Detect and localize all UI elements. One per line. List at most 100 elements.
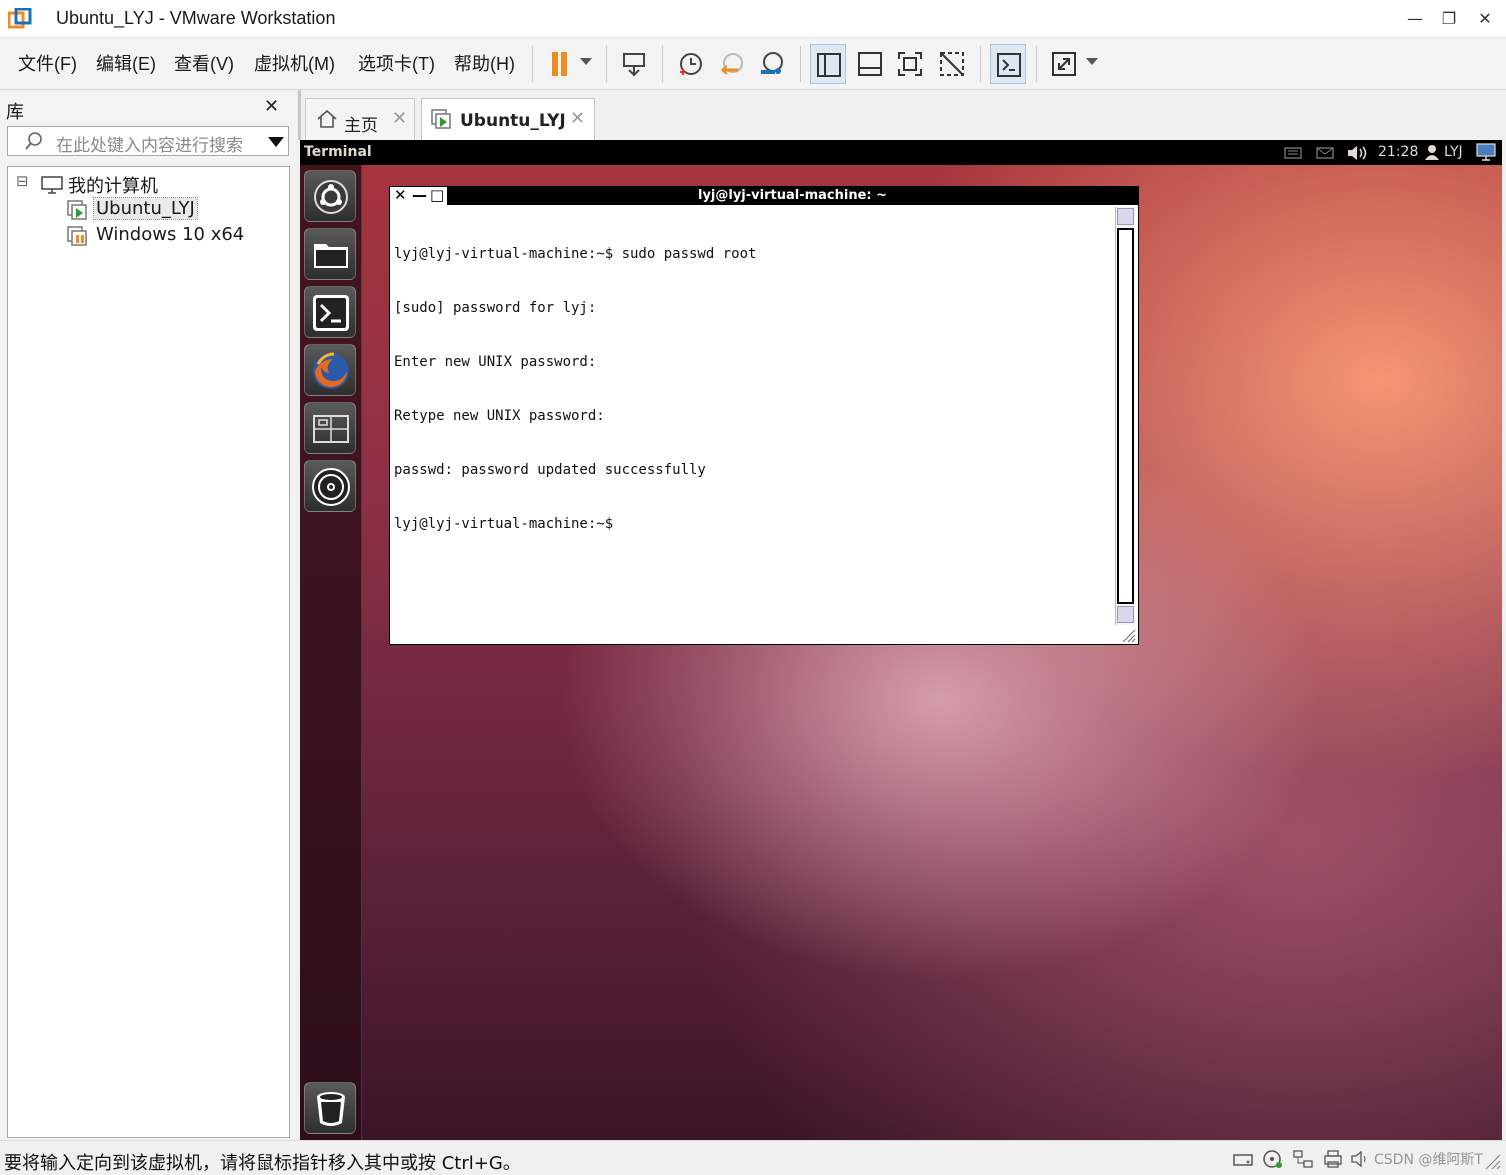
console-view-button[interactable]	[990, 44, 1026, 84]
workspace-switcher-icon	[313, 415, 349, 443]
full-screen-button[interactable]	[892, 44, 928, 84]
full-screen-icon	[898, 52, 922, 76]
menu-view[interactable]: 查看(V)	[174, 50, 234, 76]
scroll-thumb[interactable]	[1117, 228, 1134, 604]
tree-collapse-toggle[interactable]: ⊟	[16, 172, 29, 190]
vm-name-label: Windows 10 x64	[96, 224, 245, 245]
terminal-icon	[313, 295, 349, 331]
home-icon	[317, 109, 337, 128]
user-name[interactable]: LYJ	[1444, 144, 1463, 160]
tab-label: 主页	[344, 116, 378, 136]
close-button[interactable]: ✕	[1470, 6, 1500, 32]
tab-close-icon[interactable]: ✕	[392, 108, 407, 129]
launcher-firefox-button[interactable]	[304, 344, 356, 396]
maximize-button[interactable]: ❐	[1434, 6, 1464, 32]
terminal-output[interactable]: lyj@lyj-virtual-machine:~$ sudo passwd r…	[394, 209, 1114, 629]
library-search-input[interactable]: 在此处键入内容进行搜索	[7, 126, 289, 156]
snapshot-button[interactable]	[672, 44, 708, 84]
terminal-minimize-button[interactable]: —	[412, 186, 427, 204]
library-close-button[interactable]: ✕	[264, 96, 279, 117]
title-bar: Ubuntu_LYJ - VMware Workstation — ❐ ✕	[0, 0, 1506, 38]
snapshot-manager-button[interactable]	[754, 44, 790, 84]
tab-label: Ubuntu_LYJ	[460, 111, 566, 131]
terminal-title: lyj@lyj-virtual-machine: ~	[697, 188, 888, 203]
search-placeholder: 在此处键入内容进行搜索	[56, 136, 243, 156]
show-library-button[interactable]	[810, 44, 846, 84]
search-dropdown-arrow[interactable]	[268, 137, 284, 147]
vm-suspended-icon	[67, 226, 87, 246]
launcher-terminal-button[interactable]	[304, 286, 356, 338]
system-settings-icon[interactable]	[1476, 143, 1496, 161]
resize-grip-icon[interactable]	[1480, 1149, 1502, 1169]
menu-vm[interactable]: 虚拟机(M)	[254, 50, 335, 76]
watermark-text: CSDN @维阿斯T	[1374, 1152, 1483, 1168]
tab-home[interactable]: 主页 ✕	[305, 98, 415, 140]
tab-bar: 主页 ✕ Ubuntu_LYJ ✕	[298, 90, 1506, 140]
pause-button[interactable]	[540, 44, 576, 84]
terminal-line: Enter new UNIX password:	[394, 354, 597, 370]
send-ctrl-alt-del-button[interactable]	[616, 44, 652, 84]
terminal-window[interactable]: ✕ — □ lyj@lyj-virtual-machine: ~ lyj@lyj…	[389, 186, 1139, 645]
hard-disk-icon[interactable]	[1232, 1149, 1254, 1169]
toolbar-separator	[1036, 46, 1037, 82]
launcher-trash-button[interactable]	[304, 1082, 356, 1134]
keyboard-icon[interactable]	[1284, 146, 1302, 160]
menu-edit[interactable]: 编辑(E)	[96, 50, 156, 76]
terminal-title-bar-fill: lyj@lyj-virtual-machine: ~	[447, 187, 1138, 205]
resize-grip-icon[interactable]	[1120, 627, 1136, 643]
toolbar-separator	[800, 46, 801, 82]
pause-icon	[552, 52, 567, 76]
cd-drive-icon[interactable]	[1262, 1149, 1284, 1169]
window-title: Ubuntu_LYJ - VMware Workstation	[56, 8, 336, 28]
scroll-down-arrow[interactable]	[1117, 606, 1134, 623]
network-adapter-icon[interactable]	[1292, 1149, 1314, 1169]
tab-ubuntu[interactable]: Ubuntu_LYJ ✕	[421, 98, 595, 140]
printer-icon[interactable]	[1322, 1149, 1344, 1169]
launcher-workspace-switcher[interactable]	[304, 402, 356, 454]
sound-card-icon[interactable]	[1350, 1149, 1372, 1169]
launcher-disc-button[interactable]	[304, 460, 356, 512]
revert-snapshot-button[interactable]	[714, 44, 750, 84]
stretch-guest-button[interactable]	[1046, 44, 1082, 84]
unity-icon	[940, 52, 964, 76]
revert-clock-icon	[721, 53, 743, 75]
minimize-button[interactable]: —	[1400, 6, 1430, 32]
toolbar-separator	[980, 46, 981, 82]
vm-console[interactable]: Terminal 21:28 LYJ ✕ — □ lyj@lyj-virtual…	[300, 140, 1502, 1140]
library-panel: 库 ✕ 在此处键入内容进行搜索 ⊟ 我的计算机 Ubuntu_LYJ Windo…	[0, 90, 296, 1140]
terminal-line: lyj@lyj-virtual-machine:~$ sudo passwd r…	[394, 246, 757, 262]
vm-running-icon	[431, 109, 451, 129]
mail-icon[interactable]	[1316, 146, 1334, 160]
vm-name-label: Ubuntu_LYJ	[93, 197, 198, 220]
console-icon	[997, 53, 1021, 77]
computer-icon	[41, 176, 63, 194]
vm-running-icon	[67, 200, 87, 220]
ubuntu-logo-icon	[314, 180, 348, 214]
terminal-line: Retype new UNIX password:	[394, 408, 605, 424]
stretch-icon	[1052, 52, 1076, 76]
terminal-titlebar[interactable]: ✕ — □ lyj@lyj-virtual-machine: ~	[390, 186, 1138, 205]
launcher-files-button[interactable]	[304, 228, 356, 280]
menu-tabs[interactable]: 选项卡(T)	[358, 50, 435, 76]
firefox-icon	[313, 352, 349, 389]
folder-icon	[314, 244, 348, 268]
scroll-up-arrow[interactable]	[1117, 208, 1134, 225]
menu-help[interactable]: 帮助(H)	[454, 50, 515, 76]
thumbnail-bar-button[interactable]	[852, 44, 888, 84]
tab-close-icon[interactable]: ✕	[570, 108, 585, 129]
power-dropdown-arrow[interactable]	[580, 58, 592, 65]
clock-text[interactable]: 21:28	[1378, 144, 1418, 160]
vmware-logo-icon	[8, 8, 32, 29]
search-icon	[25, 132, 42, 150]
terminal-close-button[interactable]: ✕	[394, 186, 407, 204]
terminal-maximize-button[interactable]: □	[430, 186, 444, 204]
cd-disc-icon	[312, 468, 350, 506]
ubuntu-launcher	[300, 165, 362, 1140]
launcher-dash-button[interactable]	[304, 170, 356, 222]
menu-file[interactable]: 文件(F)	[18, 50, 77, 76]
terminal-scrollbar[interactable]	[1115, 207, 1135, 625]
status-bar: 要将输入定向到该虚拟机，请将鼠标指针移入其中或按 Ctrl+G。 CSDN @维…	[0, 1140, 1506, 1175]
unity-button[interactable]	[934, 44, 970, 84]
stretch-dropdown-arrow[interactable]	[1086, 58, 1098, 65]
volume-icon[interactable]	[1346, 143, 1368, 163]
